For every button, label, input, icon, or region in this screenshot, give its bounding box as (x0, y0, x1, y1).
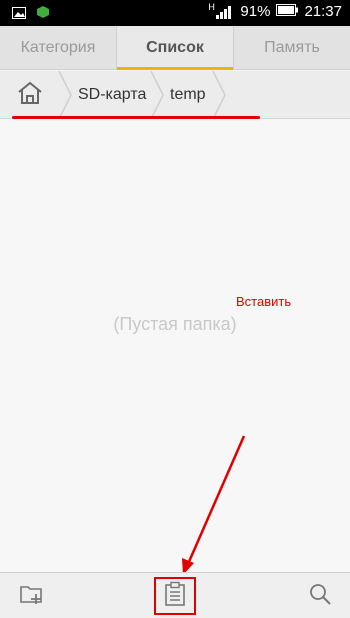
annotation-label: Вставить (236, 294, 292, 309)
file-list-area: (Пустая папка) (0, 120, 350, 572)
battery-icon (276, 3, 299, 20)
annotation-underline (12, 116, 260, 119)
paste-icon (164, 581, 186, 612)
breadcrumb-home[interactable] (16, 71, 44, 119)
signal-icon: H (208, 2, 234, 20)
empty-folder-text: (Пустая папка) (113, 314, 237, 334)
clock: 21:37 (304, 3, 342, 20)
search-button[interactable] (300, 573, 340, 618)
breadcrumb: SD-карта temp (0, 71, 350, 119)
new-folder-icon (19, 583, 45, 610)
breadcrumb-separator (212, 71, 226, 119)
battery-percent: 91% (240, 3, 271, 20)
gallery-notification-icon (12, 6, 26, 24)
breadcrumb-separator (58, 71, 72, 119)
status-bar: H 91% 21:37 (0, 0, 350, 26)
tab-storage[interactable]: Память (233, 26, 350, 69)
home-icon (16, 81, 44, 110)
new-folder-button[interactable] (12, 573, 52, 618)
app-notification-icon (36, 5, 50, 24)
paste-button[interactable] (154, 577, 196, 615)
breadcrumb-separator (150, 71, 164, 119)
tab-bar: Категория Список Память (0, 26, 350, 70)
breadcrumb-item-temp[interactable]: temp (170, 71, 206, 119)
tab-list[interactable]: Список (116, 26, 233, 70)
bottom-toolbar (0, 572, 350, 618)
breadcrumb-item-sd-card[interactable]: SD-карта (78, 71, 146, 119)
search-icon (308, 582, 332, 611)
tab-category[interactable]: Категория (0, 26, 116, 69)
